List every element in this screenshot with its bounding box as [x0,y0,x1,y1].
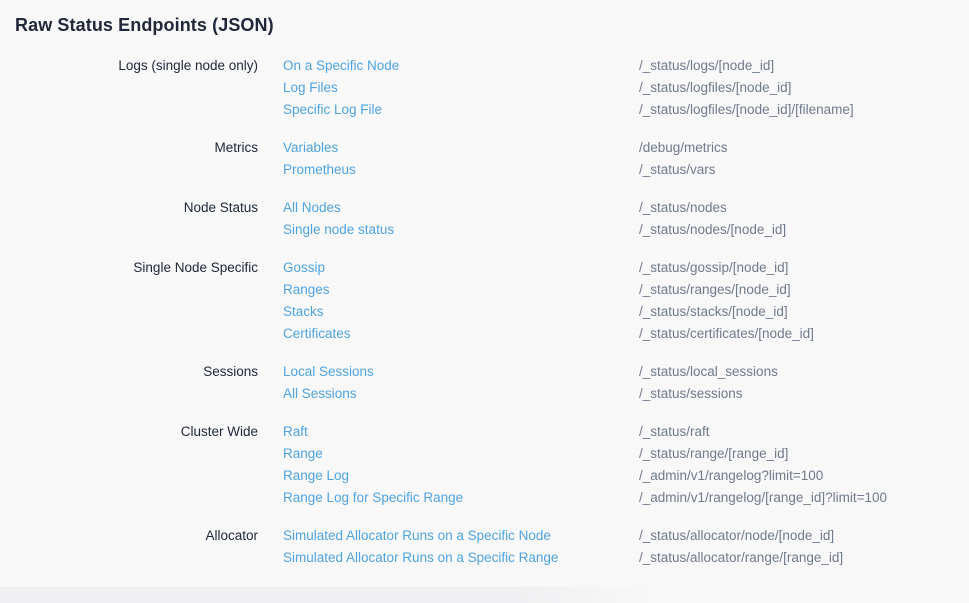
endpoint-paths: /_status/gossip/[node_id]/_status/ranges… [639,257,954,345]
endpoint-link[interactable]: All Nodes [283,197,639,219]
endpoint-link[interactable]: Range Log for Specific Range [283,487,639,509]
category-label: Node Status [15,197,258,241]
category-label: Logs (single node only) [15,55,258,121]
endpoint-links: On a Specific NodeLog FilesSpecific Log … [258,55,639,121]
endpoint-link[interactable]: Specific Log File [283,99,639,121]
endpoint-link[interactable]: Local Sessions [283,361,639,383]
endpoint-path: /_status/nodes [639,197,954,219]
endpoint-links: Local SessionsAll Sessions [258,361,639,405]
endpoint-path: /_admin/v1/rangelog/[range_id]?limit=100 [639,487,954,509]
endpoint-link[interactable]: Gossip [283,257,639,279]
page-title: Raw Status Endpoints (JSON) [15,13,954,37]
endpoint-paths: /_status/nodes/_status/nodes/[node_id] [639,197,954,241]
endpoint-link[interactable]: Raft [283,421,639,443]
endpoint-section: SessionsLocal SessionsAll Sessions/_stat… [15,361,954,405]
endpoint-link[interactable]: Variables [283,137,639,159]
endpoint-path: /_status/logfiles/[node_id] [639,77,954,99]
endpoint-paths: /_status/logs/[node_id]/_status/logfiles… [639,55,954,121]
endpoint-path: /_status/certificates/[node_id] [639,323,954,345]
endpoint-path: /_admin/v1/rangelog?limit=100 [639,465,954,487]
endpoint-table: Logs (single node only)On a Specific Nod… [15,55,954,569]
endpoint-path: /debug/metrics [639,137,954,159]
endpoint-paths: /_status/local_sessions/_status/sessions [639,361,954,405]
endpoint-links: VariablesPrometheus [258,137,639,181]
endpoint-path: /_status/nodes/[node_id] [639,219,954,241]
endpoint-link[interactable]: Range Log [283,465,639,487]
endpoint-path: /_status/allocator/node/[node_id] [639,525,954,547]
endpoint-link[interactable]: Log Files [283,77,639,99]
endpoint-section: Node StatusAll NodesSingle node status/_… [15,197,954,241]
raw-status-endpoints-page: Raw Status Endpoints (JSON) Logs (single… [0,0,969,603]
endpoint-path: /_status/sessions [639,383,954,405]
endpoint-section: Single Node SpecificGossipRangesStacksCe… [15,257,954,345]
category-label: Sessions [15,361,258,405]
endpoint-path: /_status/range/[range_id] [639,443,954,465]
endpoint-path: /_status/logfiles/[node_id]/[filename] [639,99,954,121]
category-label: Single Node Specific [15,257,258,345]
category-label: Cluster Wide [15,421,258,509]
endpoint-link[interactable]: All Sessions [283,383,639,405]
endpoint-path: /_status/stacks/[node_id] [639,301,954,323]
endpoint-links: RaftRangeRange LogRange Log for Specific… [258,421,639,509]
endpoint-link[interactable]: Stacks [283,301,639,323]
endpoint-path: /_status/logs/[node_id] [639,55,954,77]
endpoint-link[interactable]: On a Specific Node [283,55,639,77]
endpoint-path: /_status/ranges/[node_id] [639,279,954,301]
endpoint-link[interactable]: Simulated Allocator Runs on a Specific N… [283,525,639,547]
endpoint-link[interactable]: Certificates [283,323,639,345]
endpoint-path: /_status/vars [639,159,954,181]
endpoint-paths: /debug/metrics/_status/vars [639,137,954,181]
endpoint-path: /_status/raft [639,421,954,443]
endpoint-section: MetricsVariablesPrometheus/debug/metrics… [15,137,954,181]
category-label: Metrics [15,137,258,181]
endpoint-links: All NodesSingle node status [258,197,639,241]
endpoint-link[interactable]: Range [283,443,639,465]
endpoint-link[interactable]: Ranges [283,279,639,301]
endpoint-link[interactable]: Single node status [283,219,639,241]
endpoint-link[interactable]: Prometheus [283,159,639,181]
endpoint-path: /_status/local_sessions [639,361,954,383]
endpoint-links: Simulated Allocator Runs on a Specific N… [258,525,639,569]
endpoint-path: /_status/gossip/[node_id] [639,257,954,279]
endpoint-section: Logs (single node only)On a Specific Nod… [15,55,954,121]
endpoint-paths: /_status/raft/_status/range/[range_id]/_… [639,421,954,509]
endpoint-section: Allocator Simulated Allocator Runs on a S… [15,525,954,569]
endpoint-link[interactable]: Simulated Allocator Runs on a Specific R… [283,547,639,569]
endpoint-paths: /_status/allocator/node/[node_id]/_statu… [639,525,954,569]
endpoint-links: GossipRangesStacksCertificates [258,257,639,345]
endpoint-section: Cluster WideRaftRangeRange LogRange Log … [15,421,954,509]
endpoint-path: /_status/allocator/range/[range_id] [639,547,954,569]
category-label: Allocator [15,525,258,569]
bottom-panel-edge [0,587,660,603]
